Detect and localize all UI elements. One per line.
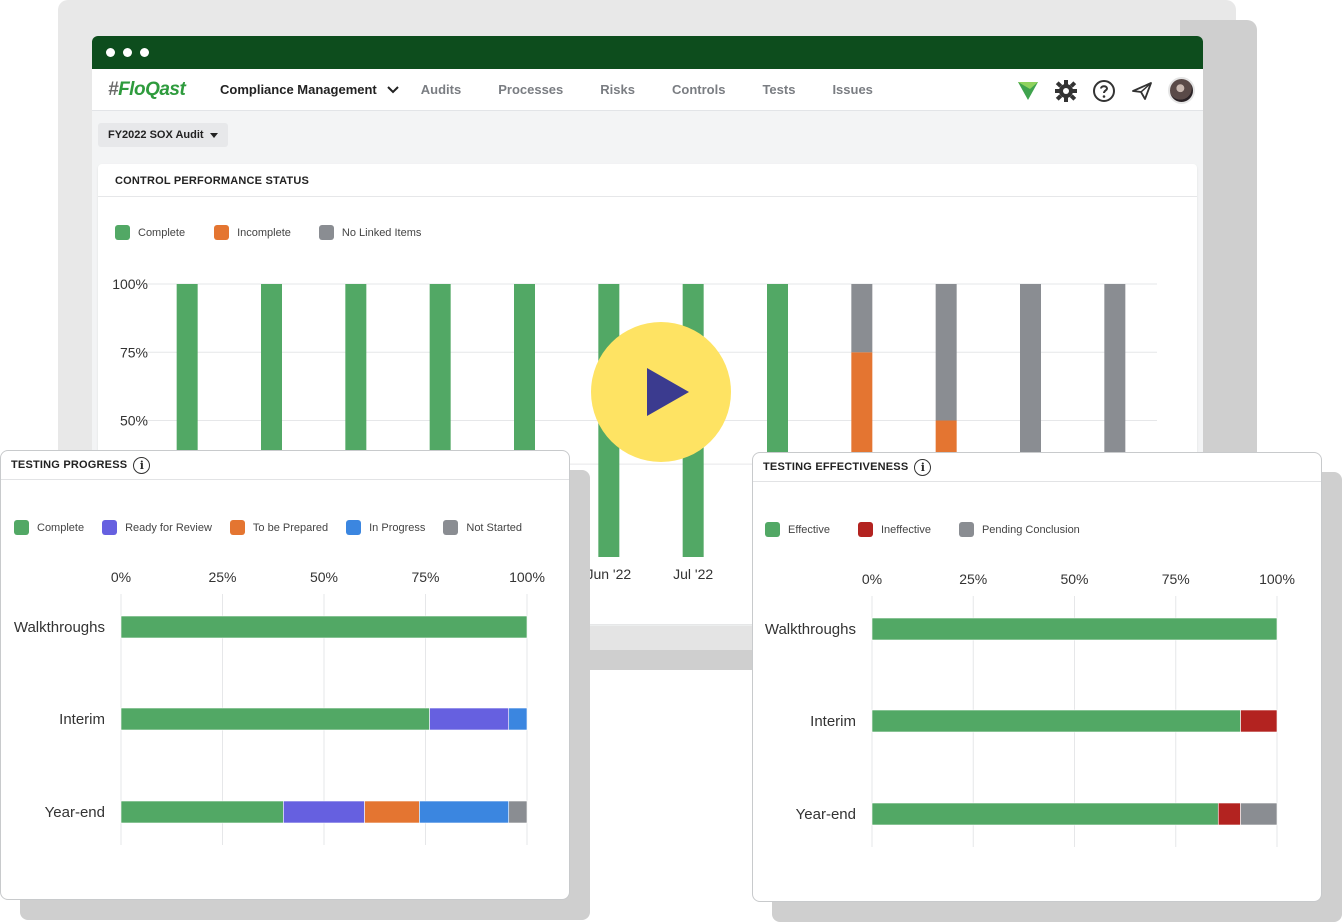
bar-segment-ineffective	[1217, 802, 1241, 826]
help-icon[interactable]	[1092, 79, 1116, 103]
window-dot-1	[106, 48, 115, 57]
testing-progress-chart: 0% 25% 50% 75% 100% Walkthroughs Interim Year-e…	[14, 569, 545, 845]
testing-effectiveness-chart: 0% 25% 50% 75% 100% Walkthroughs Interim Year-e…	[765, 571, 1295, 847]
logo-hash: #	[108, 78, 119, 100]
bar-segment-ready-for-review	[283, 800, 365, 824]
x-tick-label: 50%	[310, 569, 338, 585]
bar-segment-pending-conclusion	[1240, 802, 1278, 826]
bar-segment-in-progress	[419, 800, 510, 824]
nav-tests[interactable]: Tests	[762, 82, 795, 97]
window-titlebar	[92, 36, 1203, 69]
x-tick-label: 25%	[208, 569, 236, 585]
window-dot-2	[123, 48, 132, 57]
x-tick-label: Jul '22	[673, 566, 713, 582]
logo-text: FloQast	[118, 78, 186, 100]
y-tick-label: 75%	[120, 344, 148, 360]
audit-selector-label: FY2022 SOX Audit	[108, 129, 204, 141]
row-label: Interim	[810, 713, 856, 730]
floqast-logo[interactable]: #FloQast	[108, 79, 220, 101]
row-label: Interim	[59, 711, 105, 728]
x-tick-label: 100%	[1259, 571, 1295, 587]
testing-effectiveness-card: TESTING EFFECTIVENESS i Effective Ineffe…	[752, 452, 1322, 902]
floqast-flag-icon[interactable]	[1016, 80, 1040, 102]
row-label: Year-end	[45, 804, 105, 821]
bar-segment-not-started	[508, 800, 528, 824]
bar-segment-effective	[871, 802, 1219, 826]
top-navigation: #FloQast Compliance Management Audits Pr…	[92, 69, 1203, 111]
caret-down-icon	[209, 132, 218, 138]
y-tick-label: 50%	[120, 413, 148, 429]
chevron-down-icon	[387, 85, 399, 93]
bar-segment-complete	[120, 800, 284, 824]
x-tick-label: 75%	[1162, 571, 1190, 587]
send-icon[interactable]	[1130, 79, 1154, 103]
nav-processes[interactable]: Processes	[498, 82, 563, 97]
module-label: Compliance Management	[220, 82, 377, 97]
avatar[interactable]	[1168, 77, 1195, 104]
audit-selector[interactable]: FY2022 SOX Audit	[98, 123, 228, 147]
row-label: Walkthroughs	[14, 619, 105, 636]
bar-segment-no-linked-items	[851, 284, 873, 353]
row-label: Walkthroughs	[765, 621, 856, 638]
bar-segment-no-linked-items	[935, 284, 957, 421]
x-tick-label: 75%	[411, 569, 439, 585]
bar-segment-complete	[120, 615, 528, 639]
nav-issues[interactable]: Issues	[832, 82, 872, 97]
window-dot-3	[140, 48, 149, 57]
x-tick-label: 0%	[111, 569, 131, 585]
bar-segment-ineffective	[1240, 709, 1278, 733]
bar-segment-ready-for-review	[429, 707, 510, 731]
x-tick-label: 0%	[862, 571, 882, 587]
nav-risks[interactable]: Risks	[600, 82, 635, 97]
nav-audits[interactable]: Audits	[421, 82, 461, 97]
x-tick-label: 100%	[509, 569, 545, 585]
testing-progress-card: TESTING PROGRESS i Complete Ready for Re…	[0, 450, 570, 900]
row-label: Year-end	[796, 806, 856, 823]
module-selector[interactable]: Compliance Management	[220, 82, 399, 97]
nav-icons	[1016, 77, 1195, 104]
bar-segment-to-be-prepared	[364, 800, 420, 824]
bar-segment-complete	[120, 707, 430, 731]
play-icon	[647, 368, 689, 416]
gear-icon[interactable]	[1054, 79, 1078, 103]
x-tick-label: 50%	[1060, 571, 1088, 587]
x-tick-label: Jun '22	[586, 566, 631, 582]
bar-segment-effective	[871, 709, 1241, 733]
nav-links: Audits Processes Risks Controls Tests Is…	[421, 82, 910, 97]
x-tick-label: 25%	[959, 571, 987, 587]
y-tick-label: 100%	[112, 276, 148, 292]
bar-segment-effective	[871, 617, 1278, 641]
nav-controls[interactable]: Controls	[672, 82, 725, 97]
bar-segment-in-progress	[508, 707, 528, 731]
